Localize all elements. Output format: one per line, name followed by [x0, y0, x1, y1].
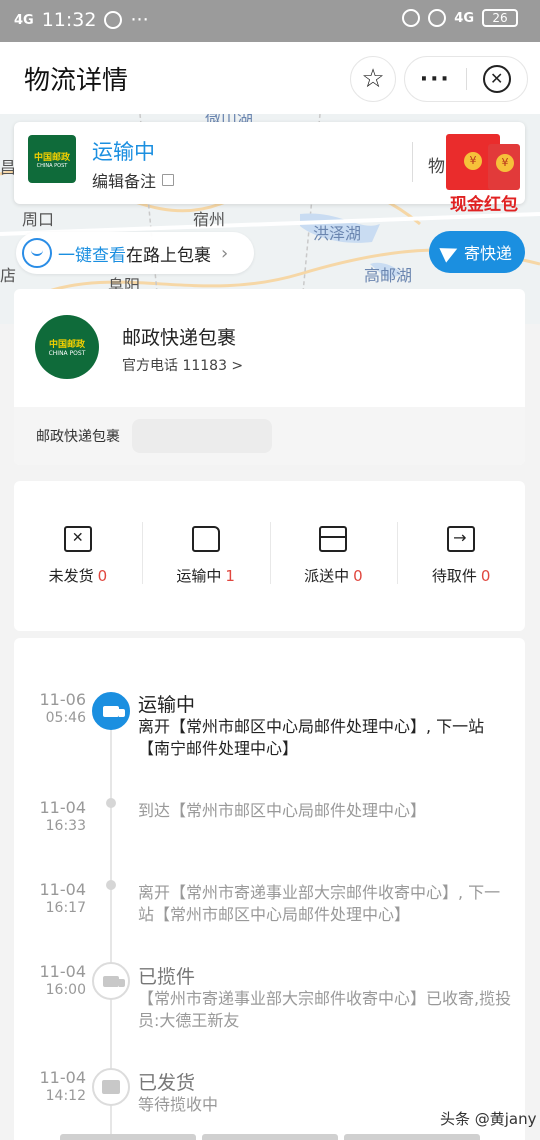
entry-time: 14:12 [45, 1088, 86, 1104]
battery-icon: 26 [482, 9, 518, 27]
entry-date: 11-04 [39, 880, 87, 899]
map-label: 周口 [22, 210, 55, 229]
network-indicator: 4G [454, 10, 474, 26]
count-awaiting-pickup[interactable]: 待取件0 [397, 522, 525, 586]
entry-title: 已揽件 [138, 966, 196, 988]
watermark: 头条 @黄jany [440, 1108, 537, 1129]
timeline-dot [106, 880, 116, 890]
capsule-menu: ··· ✕ [404, 56, 528, 102]
header: 物流详情 ☆ ··· ✕ [0, 42, 540, 114]
one-click-view-link: 一键查看 [58, 245, 126, 266]
bottom-tabs-hint [60, 1134, 480, 1140]
app-notification-icon [104, 11, 123, 29]
entry-date: 11-06 [39, 690, 87, 709]
chevron-right-icon: › [221, 242, 229, 264]
tab-hint [60, 1134, 196, 1140]
close-button[interactable]: ✕ [466, 65, 527, 93]
tab-hint [202, 1134, 338, 1140]
count-label: 待取件 [431, 567, 477, 585]
count-value: 0 [353, 567, 363, 585]
location-icon [402, 9, 421, 27]
count-label: 派送中 [304, 567, 350, 585]
count-not-shipped[interactable]: 未发货0 [14, 526, 142, 586]
package-label: 邮政快递包裹 [36, 429, 120, 445]
edit-icon [162, 174, 175, 186]
count-in-transit[interactable]: 运输中 1 [141, 522, 270, 586]
count-value: 1 [225, 567, 235, 585]
in-transit-label: 在路上包裹 [126, 245, 211, 266]
watermark-text: 头条 @黄jany [440, 1110, 537, 1128]
entry-date: 11-04 [39, 798, 87, 817]
box-icon [319, 526, 348, 552]
entry-time: 16:00 [45, 982, 86, 998]
more-notifications: ··· [130, 9, 149, 31]
count-label: 运输中 [176, 567, 222, 585]
count-value: 0 [480, 567, 491, 585]
entry-date: 11-04 [39, 1068, 87, 1087]
count-value: 0 [97, 567, 108, 585]
map-label: 宿州 [193, 210, 226, 229]
map-label: 洪泽湖 [313, 224, 362, 243]
count-delivering[interactable]: 派送中 0 [269, 522, 398, 586]
count-label: 未发货 [48, 567, 94, 585]
star-icon: ☆ [361, 64, 385, 94]
entry-description: 离开【常州市邮区中心局邮件处理中心】, 下一站【南宁邮件处理中心】 [138, 717, 485, 758]
red-envelope-icon: ¥ [488, 144, 520, 190]
tab-hint [344, 1134, 480, 1140]
entry-description: 离开【常州市寄递事业部大宗邮件收寄中心】, 下一站【常州市邮区中心局邮件处理中心… [138, 883, 501, 924]
edit-note-link[interactable]: 编辑备注 [92, 168, 175, 192]
more-button[interactable]: ··· [405, 67, 466, 92]
view-in-transit-button[interactable]: 一键查看 在路上包裹 › [16, 232, 254, 274]
truck-icon [191, 526, 220, 552]
smile-icon [22, 238, 52, 268]
picked-up-node-icon [92, 962, 130, 1000]
close-icon: ✕ [482, 65, 511, 93]
carrier-name: 邮政快递包裹 [122, 327, 237, 349]
signal-indicator: 4G [14, 12, 34, 28]
alarm-icon [428, 9, 447, 27]
favorite-button[interactable]: ☆ [350, 56, 396, 102]
entry-time: 16:17 [45, 900, 86, 916]
map-label: 店 [0, 266, 17, 285]
pickup-icon [447, 526, 476, 552]
edit-note-label: 编辑备注 [92, 172, 157, 191]
shipped-node-icon [92, 1068, 130, 1106]
shipment-status: 运输中 [92, 140, 155, 164]
not-shipped-icon [63, 526, 92, 552]
coin-icon: ¥ [496, 154, 514, 172]
page-title: 物流详情 [24, 66, 129, 96]
paper-plane-icon [439, 241, 461, 263]
entry-description: 【常州市寄递事业部大宗邮件收寄中心】已收寄,揽投员:大德王新友 [138, 989, 512, 1030]
send-express-label: 寄快递 [463, 244, 512, 263]
china-post-logo: 中国邮政 CHINA POST [35, 315, 99, 379]
entry-time: 05:46 [45, 710, 86, 726]
entry-title: 已发货 [138, 1072, 196, 1094]
carrier-phone-link[interactable]: 官方电话 11183 > [122, 355, 243, 375]
coin-icon: ¥ [464, 152, 482, 170]
entry-title: 运输中 [138, 694, 196, 716]
china-post-logo: 中国邮政 CHINA POST [28, 135, 76, 183]
clock: 11:32 [41, 9, 97, 31]
tracking-number-blurred [132, 419, 272, 453]
status-bar: 4G 11:32 ··· 4G 26 [0, 0, 540, 42]
cash-red-envelope-promo[interactable]: ¥ ¥ 现金红包 [440, 128, 528, 215]
tracking-timeline: 11-06 05:46 运输中 离开【常州市邮区中心局邮件处理中心】, 下一站【… [14, 638, 525, 1140]
in-transit-node-icon [92, 692, 130, 730]
entry-date: 11-04 [39, 962, 87, 981]
carrier-card: 中国邮政 CHINA POST 邮政快递包裹 官方电话 11183 > 邮政快递… [14, 289, 525, 465]
package-info-row: 邮政快递包裹 [14, 407, 525, 465]
timeline-dot [106, 798, 116, 808]
send-express-button[interactable]: 寄快递 [429, 231, 525, 273]
entry-description: 到达【常州市邮区中心局邮件处理中心】 [138, 801, 427, 820]
card-divider [412, 142, 413, 182]
package-counts: 未发货0 运输中1 派送中0 待取件0 [14, 481, 525, 631]
entry-time: 16:33 [45, 818, 86, 834]
red-envelope-label: 现金红包 [450, 195, 518, 215]
map-label: 高邮湖 [364, 266, 413, 285]
